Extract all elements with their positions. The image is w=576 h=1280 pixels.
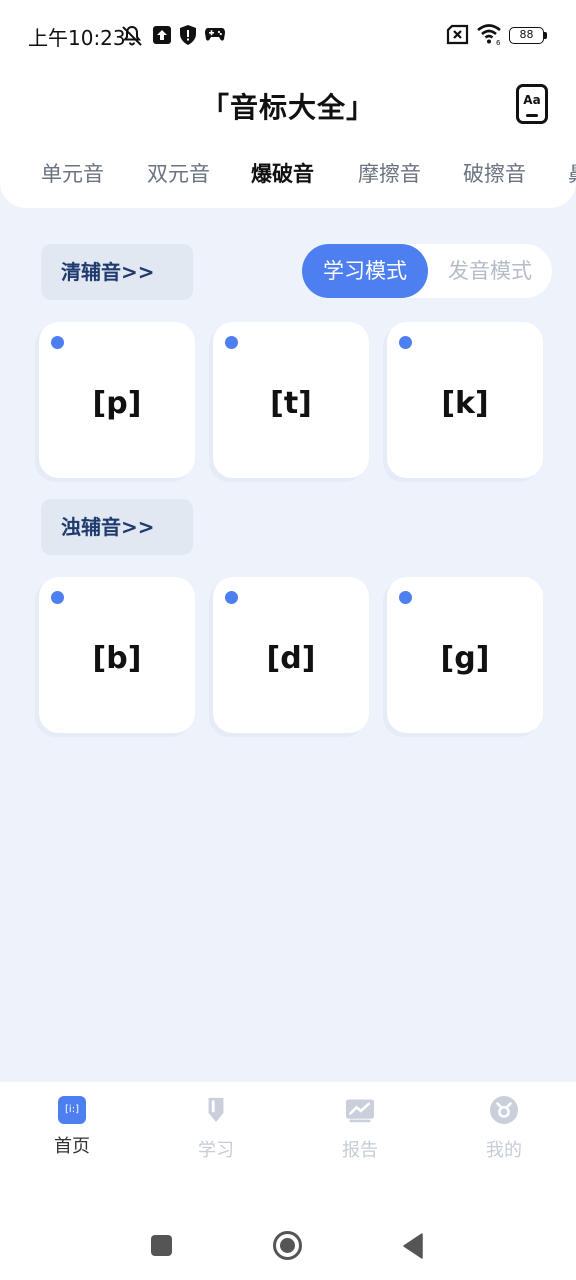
nav-study[interactable]: 学习 [171,1096,261,1162]
upload-icon [153,26,171,44]
status-dot [51,336,64,349]
bottom-nav: [i:] 首页 学习 报告 我的 [0,1082,576,1190]
tab-fricative[interactable]: 摩擦音 [358,158,421,188]
status-dot [225,336,238,349]
nav-profile[interactable]: 我的 [459,1096,549,1162]
category-tabs: 单元音 双元音 爆破音 摩擦音 破擦音 鼻 [0,158,576,194]
phoneme-card[interactable]: [t] [213,322,369,478]
nav-report-label: 报告 [342,1140,378,1161]
nav-profile-label: 我的 [486,1140,522,1161]
home-button[interactable] [273,1231,302,1260]
section-label-voiced[interactable]: 浊辅音>> [41,499,193,555]
phonetic-home-icon: [i:] [58,1096,86,1124]
mode-toggle: 学习模式 发音模式 [302,244,552,298]
section-label-voiceless[interactable]: 清辅音>> [41,244,193,300]
phoneme-symbol: [b] [92,641,142,676]
learn-mode-button[interactable]: 学习模式 [302,244,428,298]
header-panel: 上午10:23 6 88 「音标大全」 Aa 单元音 双元音 爆破音 摩擦音 破… [0,0,576,208]
recent-apps-button[interactable] [151,1235,172,1256]
font-size-button[interactable]: Aa [516,84,548,124]
nav-study-label: 学习 [198,1140,234,1161]
phoneme-symbol: [p] [92,386,142,421]
tab-affricate[interactable]: 破擦音 [463,158,526,188]
phoneme-card[interactable]: [b] [39,577,195,733]
battery-level: 88 [519,28,534,41]
sim-off-icon [446,24,469,45]
phoneme-symbol: [k] [441,386,489,421]
font-size-label: Aa [523,93,541,107]
tab-diphthong[interactable]: 双元音 [147,158,210,188]
back-button[interactable] [402,1233,424,1259]
home-icon-text: [i:] [65,1104,79,1115]
status-dot [399,336,412,349]
status-bar: 上午10:23 6 88 [0,0,576,72]
nav-report[interactable]: 报告 [315,1096,405,1162]
font-size-underline [526,114,538,117]
phoneme-symbol: [d] [266,641,316,676]
phoneme-card[interactable]: [k] [387,322,543,478]
system-nav-bar [0,1190,576,1280]
status-dot [51,591,64,604]
pencil-icon [208,1097,224,1123]
nav-home-label: 首页 [54,1136,90,1157]
phoneme-symbol: [g] [440,641,490,676]
gamepad-icon [205,28,225,41]
battery-icon: 88 [509,27,544,44]
status-dot [225,591,238,604]
mute-bell-icon [122,25,142,46]
status-dot [399,591,412,604]
tab-monophthong[interactable]: 单元音 [41,158,104,188]
phoneme-card[interactable]: [g] [387,577,543,733]
wifi-sub-label: 6 [496,39,501,46]
speak-mode-button[interactable]: 发音模式 [428,244,552,298]
shield-icon [180,25,196,45]
profile-icon [490,1096,518,1124]
wifi-icon: 6 [477,24,501,46]
phoneme-card[interactable]: [d] [213,577,369,733]
phoneme-symbol: [t] [270,386,312,421]
tab-plosive[interactable]: 爆破音 [251,158,314,188]
page-title: 「音标大全」 [200,91,375,124]
chart-icon [346,1099,374,1123]
phoneme-card[interactable]: [p] [39,322,195,478]
nav-home[interactable]: [i:] 首页 [27,1096,117,1158]
tab-nasal[interactable]: 鼻 [568,158,576,188]
status-time: 上午10:23 [28,26,126,50]
